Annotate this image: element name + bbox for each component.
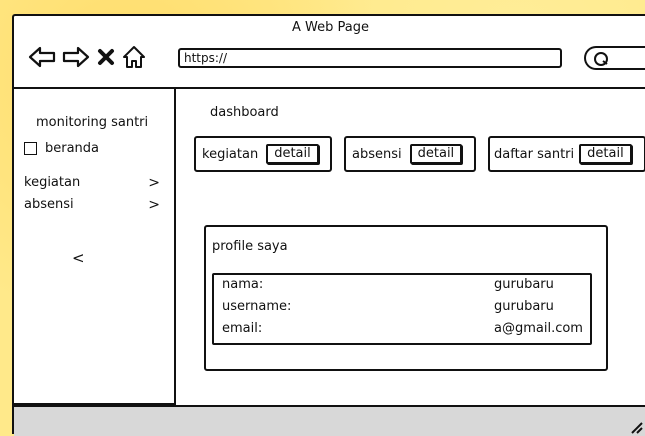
checkbox-icon <box>24 142 37 155</box>
detail-kegiatan-button[interactable]: detail <box>266 144 319 164</box>
profile-row: nama: gurubaru <box>222 277 586 292</box>
home-icon[interactable] <box>122 45 146 69</box>
profile-value: a@gmail.com <box>494 321 583 336</box>
profile-row: username: gurubaru <box>222 299 586 314</box>
card-label: kegiatan <box>202 146 259 162</box>
page-title: dashboard <box>210 105 279 120</box>
card-kegiatan: kegiatan detail <box>194 136 332 172</box>
card-label: daftar santri <box>494 146 575 162</box>
profile-title: profile saya <box>212 239 288 254</box>
sidebar-item-beranda[interactable]: beranda <box>24 141 99 156</box>
sidebar-item-kegiatan[interactable]: kegiatan > <box>24 175 160 191</box>
nav-buttons <box>28 42 146 72</box>
detail-absensi-button[interactable]: detail <box>409 144 463 164</box>
chevron-right-icon: > <box>148 175 160 191</box>
profile-row: email: a@gmail.com <box>222 321 586 336</box>
sidebar-item-label: beranda <box>45 141 100 156</box>
url-input[interactable]: https:// <box>178 48 562 68</box>
resize-grip-icon[interactable] <box>629 420 643 434</box>
close-x-icon[interactable] <box>96 47 116 67</box>
browser-window: A Web Page https:// monitoring santri be… <box>12 14 645 436</box>
profile-key: email: <box>222 321 263 336</box>
sidebar-item-label: absensi <box>24 197 74 212</box>
profile-key: username: <box>222 299 292 314</box>
collapse-sidebar-button[interactable]: < <box>72 249 85 267</box>
profile-panel: profile saya nama: gurubaru username: gu… <box>204 225 608 371</box>
status-bar <box>14 405 645 436</box>
sidebar: monitoring santri beranda kegiatan > abs… <box>14 89 176 405</box>
window-title: A Web Page <box>292 20 369 35</box>
detail-daftar-santri-button[interactable]: detail <box>579 144 632 164</box>
sidebar-item-absensi[interactable]: absensi > <box>24 197 160 213</box>
profile-value: gurubaru <box>494 299 554 314</box>
back-arrow-icon[interactable] <box>28 46 56 68</box>
main-content: dashboard kegiatan detail absensi detail… <box>176 89 645 405</box>
sidebar-item-label: kegiatan <box>24 175 81 190</box>
forward-arrow-icon[interactable] <box>62 46 90 68</box>
chevron-right-icon: > <box>148 197 160 213</box>
card-daftar-santri: daftar santri detail <box>488 136 645 172</box>
search-button[interactable] <box>584 46 645 70</box>
card-absensi: absensi detail <box>344 136 476 172</box>
sidebar-title: monitoring santri <box>36 115 149 130</box>
profile-key: nama: <box>222 277 264 292</box>
profile-value: gurubaru <box>494 277 554 292</box>
card-label: absensi <box>352 146 402 162</box>
search-icon <box>594 52 608 66</box>
profile-table: nama: gurubaru username: gurubaru email:… <box>212 273 592 345</box>
